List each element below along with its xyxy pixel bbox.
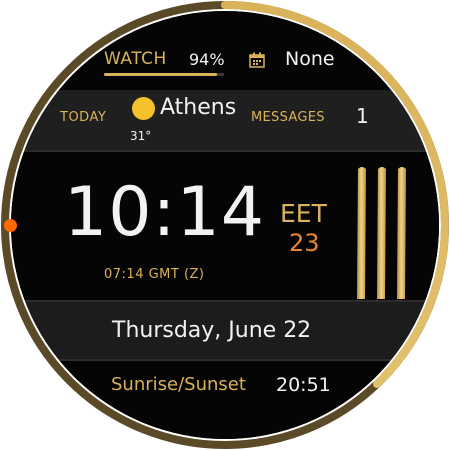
striped-bars-icon: [357, 167, 406, 299]
weather-temperature: 31°: [130, 129, 152, 143]
main-time: 10:14: [64, 173, 265, 252]
calendar-icon[interactable]: [249, 52, 265, 68]
messages-count[interactable]: 1: [356, 104, 369, 128]
weather-city[interactable]: Athens: [160, 95, 236, 120]
timezone-number: 23: [289, 229, 320, 257]
date-text[interactable]: Thursday, June 22: [112, 318, 311, 343]
sunrise-sunset-time: 20:51: [276, 374, 331, 396]
crown-indicator: [4, 219, 17, 232]
sun-band: [11, 361, 439, 439]
watch-face: WATCH 94% None TODAY Athens 31° MESSAGES…: [11, 11, 439, 439]
status-band: [11, 11, 439, 90]
battery-bar: [104, 73, 224, 76]
gmt-time: 07:14 GMT (Z): [104, 267, 205, 282]
sun-icon[interactable]: [132, 97, 155, 120]
watch-face-screen: WATCH 94% None TODAY Athens 31° MESSAGES…: [0, 0, 450, 450]
timezone-label: EET: [280, 199, 327, 228]
battery-percent: 94%: [189, 50, 225, 69]
messages-label[interactable]: MESSAGES: [251, 110, 325, 125]
watch-battery-label[interactable]: WATCH: [104, 49, 167, 69]
calendar-event-text[interactable]: None: [285, 48, 335, 70]
battery-bar-fill: [104, 73, 217, 76]
today-label: TODAY: [60, 110, 107, 125]
sunrise-sunset-label: Sunrise/Sunset: [111, 374, 246, 395]
